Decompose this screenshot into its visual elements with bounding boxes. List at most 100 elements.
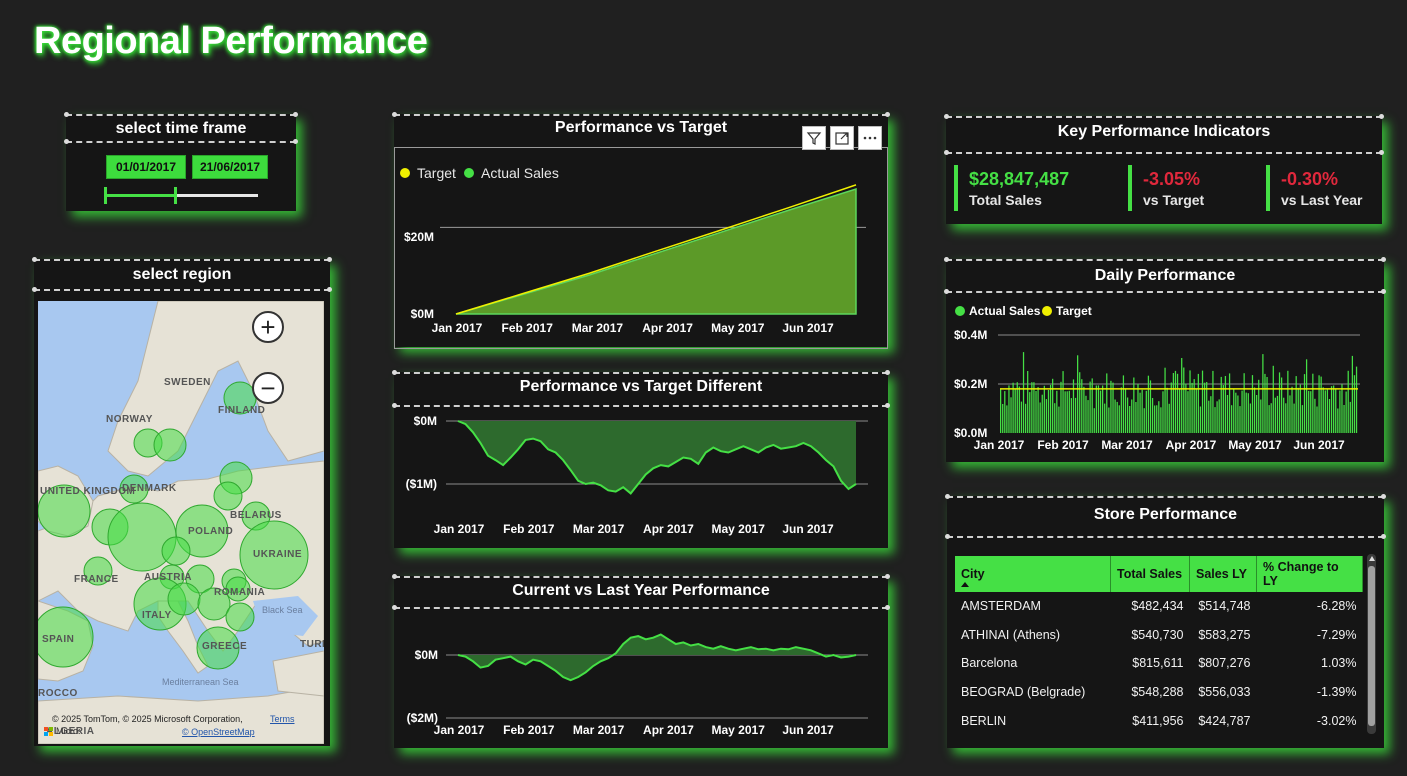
daily-bar xyxy=(1083,386,1085,433)
legend-actual-label: Actual Sales xyxy=(481,165,559,181)
daily-bar xyxy=(1118,405,1120,433)
daily-bar xyxy=(1108,407,1110,433)
daily-bar xyxy=(1266,377,1268,433)
daily-bar xyxy=(1224,376,1227,433)
map-osm-link[interactable]: © OpenStreetMap xyxy=(182,727,255,737)
x-tick-5: Jun 2017 xyxy=(782,723,834,737)
daily-bar xyxy=(1349,401,1351,433)
scrollbar-thumb[interactable] xyxy=(1368,566,1375,726)
daily-bar xyxy=(1343,405,1345,433)
table-row[interactable]: BERLIN $411,956 $424,787 -3.02% xyxy=(955,706,1363,735)
x-tick-3: Apr 2017 xyxy=(643,723,694,737)
daily-bar xyxy=(1033,382,1035,433)
daily-bar xyxy=(1270,403,1272,433)
daily-bar xyxy=(1124,389,1127,433)
daily-bar xyxy=(1330,386,1333,433)
map-canvas: SWEDEN NORWAY FINLAND DENMARK UNITED KIN… xyxy=(38,301,324,744)
x-tick-1: Feb 2017 xyxy=(503,522,555,536)
end-date-input[interactable]: 21/06/2017 xyxy=(192,155,268,179)
table-row[interactable]: AMSTERDAM $482,434 $514,748 -6.28% xyxy=(955,592,1363,621)
daily-bar xyxy=(1168,403,1170,433)
daily-bar xyxy=(1316,406,1318,433)
table-row[interactable]: BEOGRAD (Belgrade) $548,288 $556,033 -1.… xyxy=(955,678,1363,707)
daily-bar xyxy=(1247,393,1249,433)
daily-bar xyxy=(1280,377,1283,433)
cell-sales-ly: $583,275 xyxy=(1198,627,1251,642)
col-total-sales[interactable]: Total Sales xyxy=(1110,556,1190,592)
map-label-black-sea: Black Sea xyxy=(262,605,303,615)
y-tick-neg1m: ($1M) xyxy=(406,477,437,491)
daily-bar xyxy=(1274,397,1276,433)
daily-bar xyxy=(1101,385,1104,433)
table-scrollbar[interactable] xyxy=(1367,554,1376,734)
x-tick-5: Jun 2017 xyxy=(1293,438,1345,452)
cell-sales-ly: $424,787 xyxy=(1198,713,1251,728)
daily-bar xyxy=(1199,406,1202,433)
daily-bar xyxy=(1049,384,1052,433)
x-tick-4: May 2017 xyxy=(712,522,766,536)
daily-bar xyxy=(1272,365,1274,433)
map-terms-link[interactable]: Terms xyxy=(270,714,295,724)
map-label-ukraine: UKRAINE xyxy=(253,549,302,560)
scroll-up-icon[interactable] xyxy=(1369,556,1375,561)
date-range-slider[interactable] xyxy=(104,187,258,204)
table-row[interactable]: ATHINAI (Athens) $540,730 $583,275 -7.29… xyxy=(955,621,1363,650)
daily-bar xyxy=(1156,405,1158,433)
daily-bar xyxy=(1106,373,1108,433)
slider-handle-start[interactable] xyxy=(104,187,107,204)
map-label-mediterranean: Mediterranean Sea xyxy=(162,677,239,687)
daily-bar xyxy=(1122,375,1125,433)
map-label-austria: AUSTRIA xyxy=(144,572,192,583)
start-date-input[interactable]: 01/01/2017 xyxy=(106,155,186,179)
daily-bar xyxy=(1310,391,1312,433)
daily-bar xyxy=(1022,352,1025,433)
daily-bar xyxy=(1035,391,1037,433)
zoom-in-button[interactable]: + xyxy=(252,311,284,343)
daily-bar xyxy=(1037,387,1039,433)
daily-bar xyxy=(1328,399,1331,433)
daily-bar xyxy=(1335,389,1337,433)
daily-bar xyxy=(1004,391,1006,433)
cell-change-ly: -1.39% xyxy=(1316,685,1357,700)
daily-bar xyxy=(1197,373,1199,433)
x-tick-1: Feb 2017 xyxy=(1037,438,1089,452)
daily-bar xyxy=(1233,389,1235,433)
daily-bar xyxy=(1333,385,1335,433)
daily-bar xyxy=(1326,389,1329,433)
daily-bar xyxy=(1210,396,1212,433)
daily-bar xyxy=(1145,390,1147,433)
cell-total-sales: $540,730 xyxy=(1131,627,1184,642)
kpi-vs-ly-bar xyxy=(1266,165,1270,211)
daily-bar xyxy=(1166,387,1168,433)
table-row[interactable]: Barcelona $815,611 $807,276 1.03% xyxy=(955,649,1363,678)
daily-bar xyxy=(1287,370,1289,433)
region-map[interactable]: SWEDEN NORWAY FINLAND DENMARK UNITED KIN… xyxy=(38,301,324,744)
daily-bar xyxy=(1264,373,1266,433)
x-tick-3: Apr 2017 xyxy=(1166,438,1217,452)
daily-bar xyxy=(1303,374,1306,433)
x-tick-0: Jan 2017 xyxy=(434,723,485,737)
col-change-ly[interactable]: % Change to LY xyxy=(1256,556,1363,592)
daily-bar xyxy=(1135,402,1137,433)
daily-bar xyxy=(1299,384,1301,433)
col-sales-ly[interactable]: Sales LY xyxy=(1189,556,1257,592)
daily-bar xyxy=(1174,370,1177,433)
kpi-vs-target-label: vs Target xyxy=(1143,192,1205,208)
daily-bars xyxy=(1000,352,1358,433)
y-tick-0m: $0M xyxy=(414,414,437,428)
map-label-spain: SPAIN xyxy=(42,634,74,645)
x-tick-0: Jan 2017 xyxy=(434,522,485,536)
map-label-belarus: BELARUS xyxy=(230,510,282,521)
daily-bar xyxy=(1104,403,1106,433)
daily-bar xyxy=(1237,395,1239,433)
x-tick-4: May 2017 xyxy=(711,321,765,335)
cell-city: AMSTERDAM xyxy=(961,599,1041,614)
daily-bar xyxy=(1147,375,1150,433)
col-city[interactable]: City xyxy=(955,556,1111,592)
zoom-out-button[interactable]: − xyxy=(252,372,284,404)
daily-bar xyxy=(1347,370,1349,433)
slider-handle-end[interactable] xyxy=(174,187,177,204)
daily-bar xyxy=(1143,408,1145,433)
cell-total-sales: $482,434 xyxy=(1131,599,1184,614)
diff-area xyxy=(458,421,856,494)
